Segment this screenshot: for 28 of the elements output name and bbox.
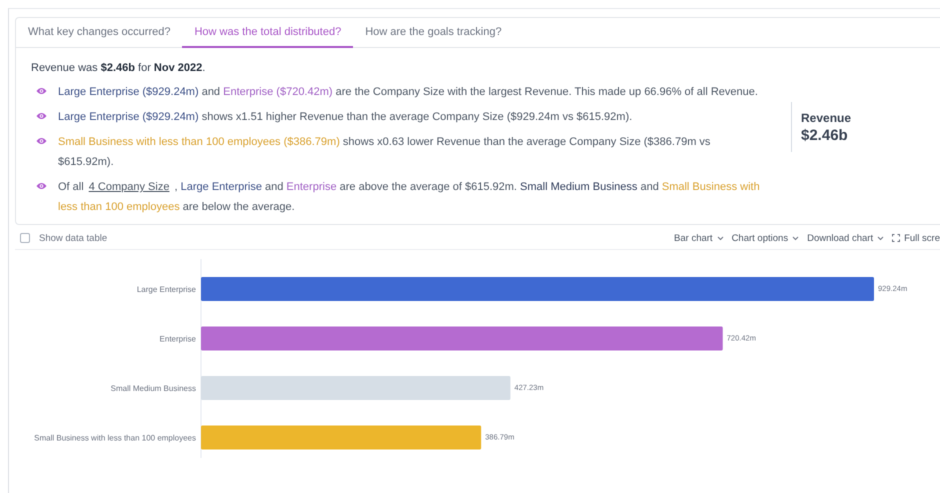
dropdown-menu[interactable]: Chart options: [732, 232, 800, 244]
insight-text: Large Enterprise ($929.24m) and Enterprise ($720.42m) are the Company Size with the largest Revenue. This made up 66.96% of all Revenue.: [58, 85, 759, 100]
insight-text: Of all 4 Company Size , Large Enterprise and Enterprise are above the average of $615.92m. Small Medium Business and Small Business with less than 100 employees are below the average.: [58, 180, 761, 215]
checkbox[interactable]: [20, 233, 30, 243]
tab[interactable]: What key changes occurred?: [16, 18, 182, 48]
chevron-down-icon: [716, 236, 724, 240]
fullscreen-icon: [892, 234, 900, 242]
eye-icon: [36, 112, 47, 120]
dropdown-menu[interactable]: Bar chart: [674, 232, 724, 244]
insight-text: Large Enterprise ($929.24m) shows x1.51 higher Revenue than the average Company Size ($929.24m vs $615.92m).: [58, 110, 634, 125]
eye-icon: [36, 87, 47, 95]
category-label: Small Business with less than 100 employees: [34, 434, 196, 442]
dropdown-menu[interactable]: Download chart: [807, 232, 884, 244]
category-label: Small Medium Business: [110, 384, 196, 393]
category-label: Large Enterprise: [136, 285, 196, 294]
tab[interactable]: How are the goals tracking?: [353, 18, 514, 48]
chevron-down-icon: [877, 236, 884, 240]
kpi-label: Revenue: [801, 110, 852, 124]
category-label: Enterprise: [160, 334, 196, 344]
insight-text: Small Business with less than 100 employees ($386.79m) shows x0.63 lower Revenue than the average Company Size ($386.79m vs $615.92m).: [58, 135, 712, 170]
fullscreen-button[interactable]: Full scre: [892, 232, 940, 244]
summary-headline: Revenue was $2.46b for Nov 2022.: [31, 62, 206, 74]
kpi-value: $2.46b: [801, 126, 849, 144]
chevron-down-icon: [792, 236, 800, 240]
tab[interactable]: How was the total distributed?: [182, 18, 354, 48]
checkbox-label: Show data table: [39, 232, 108, 244]
eye-icon: [36, 182, 47, 190]
eye-icon: [36, 137, 47, 145]
